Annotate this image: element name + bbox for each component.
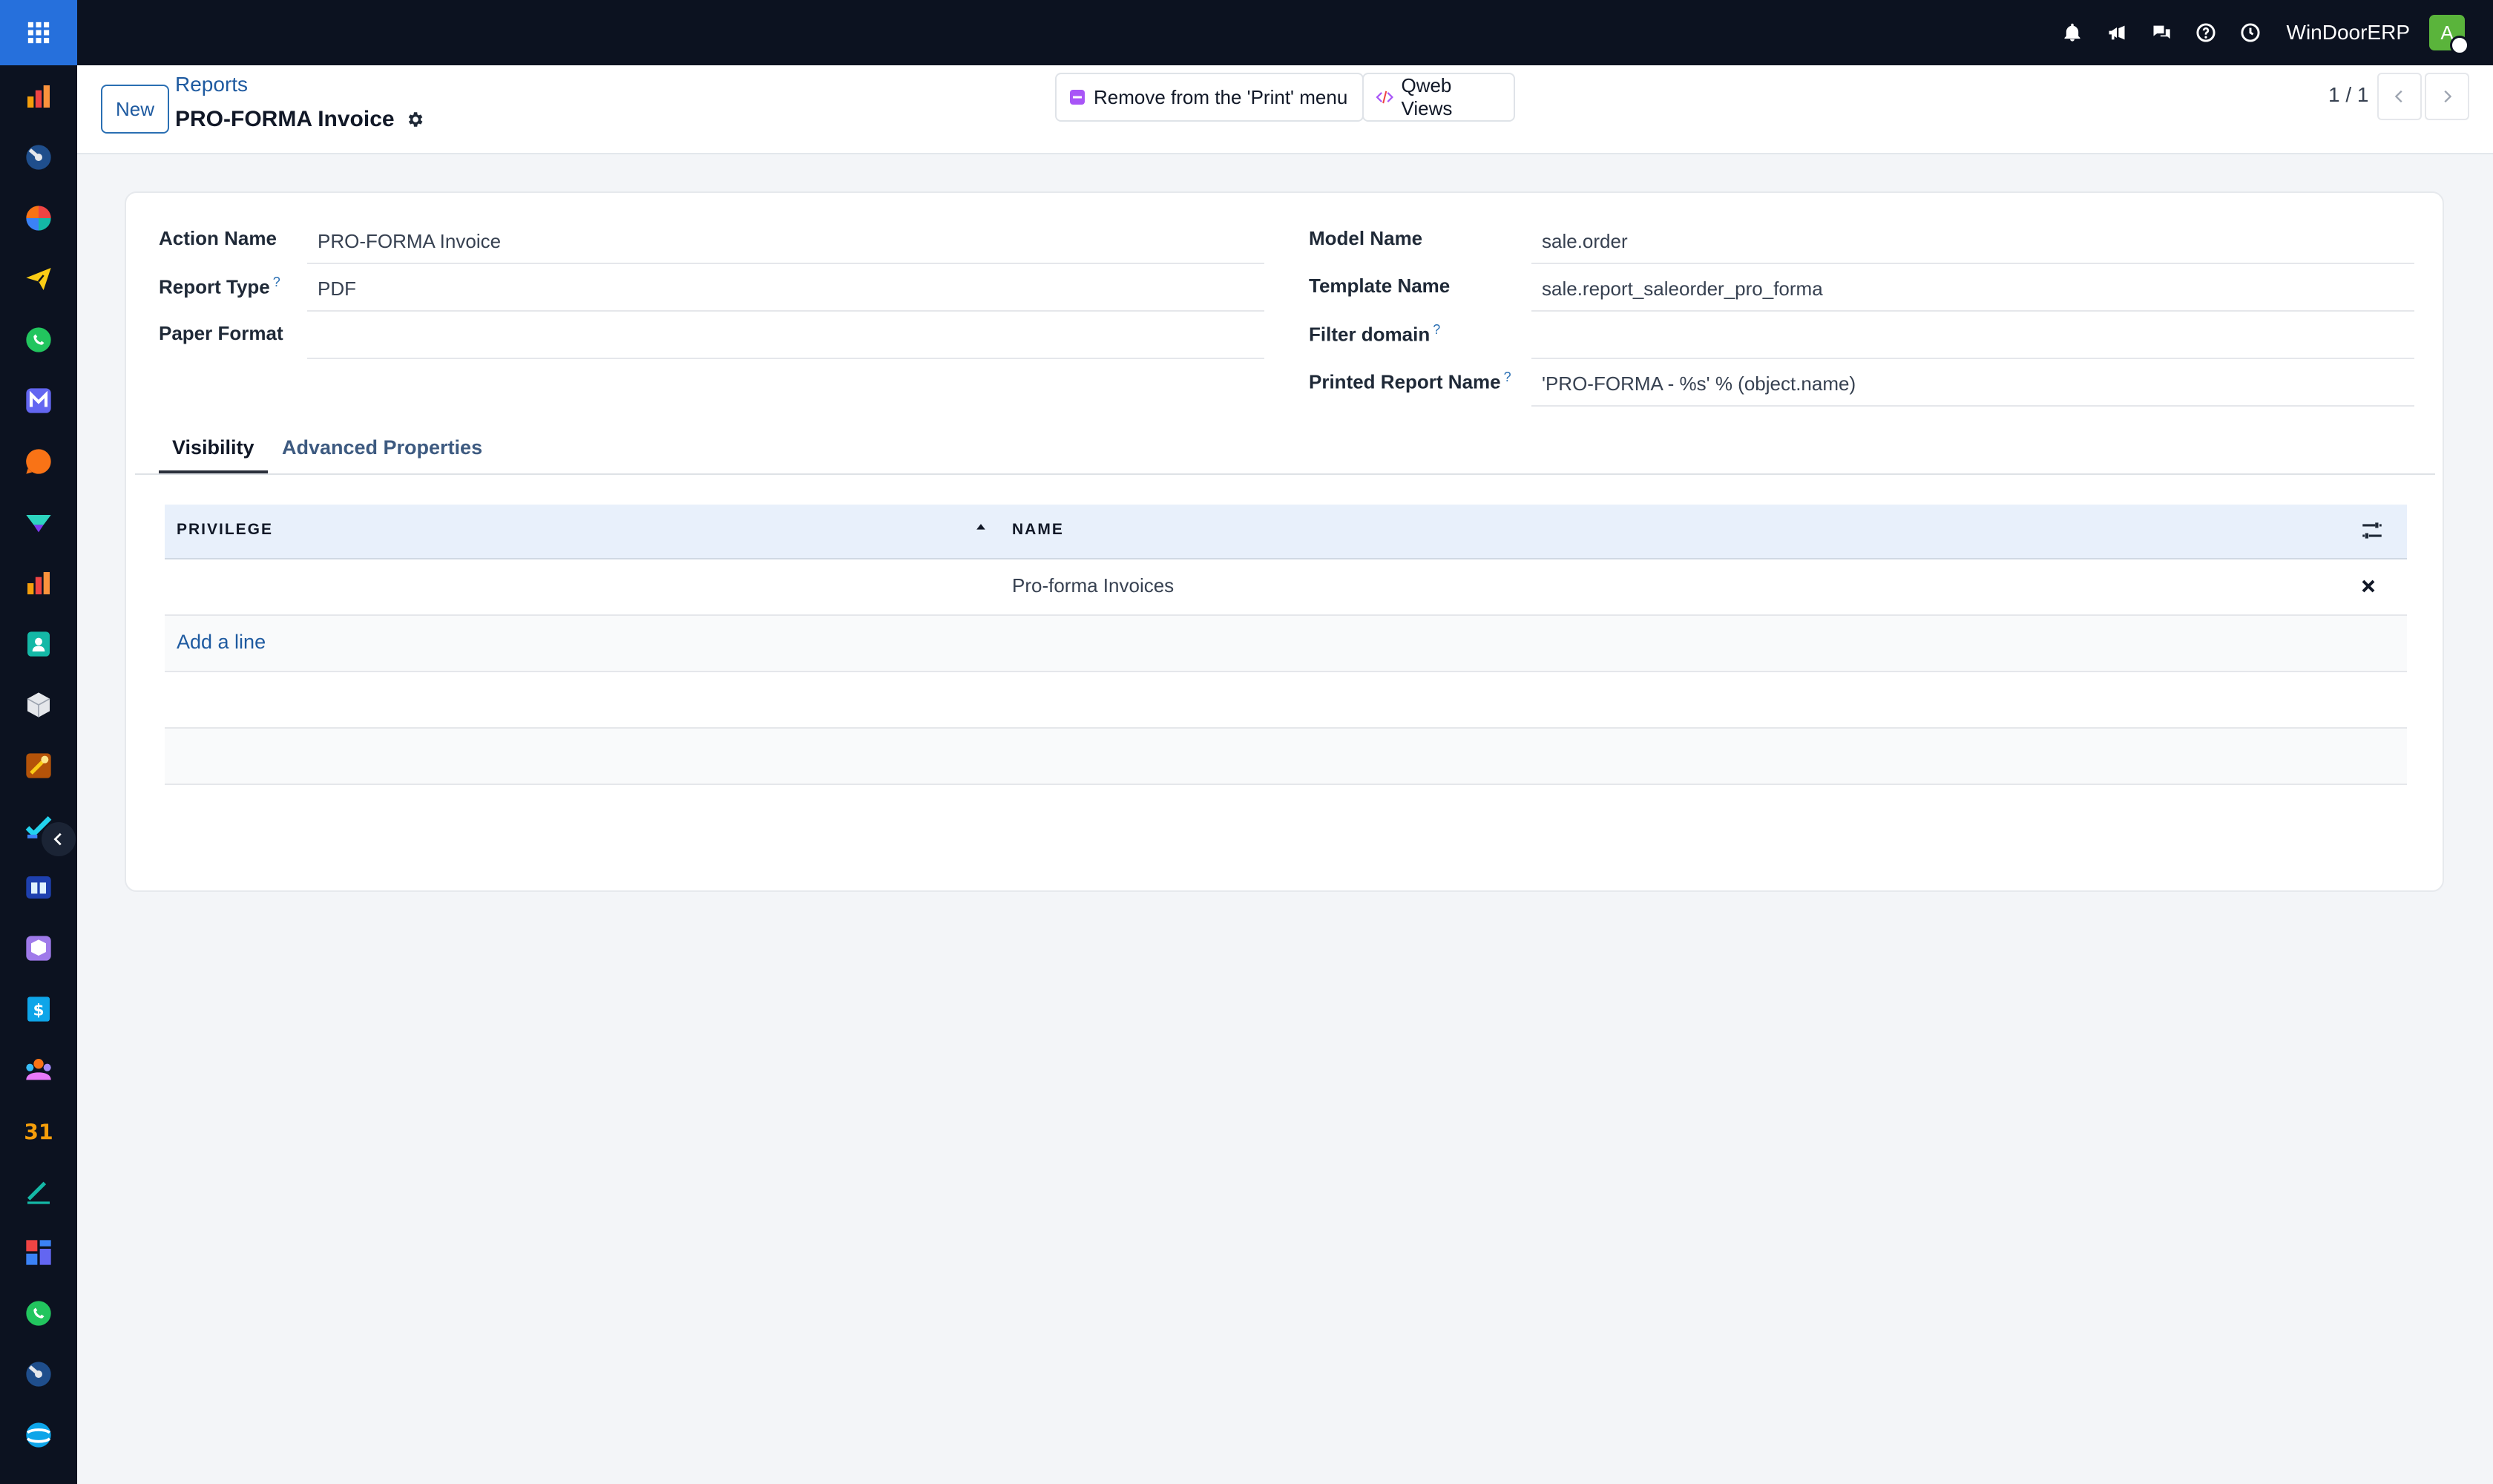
column-header-name[interactable]: NAME	[1012, 521, 1064, 539]
table-row[interactable]: Pro-forma Invoices	[165, 559, 2407, 616]
table-header: PRIVILEGE NAME	[165, 505, 2407, 559]
chevron-left-icon	[2394, 90, 2402, 103]
help-icon[interactable]: ?	[1504, 370, 1511, 384]
empty-row	[165, 672, 2407, 729]
send-app-icon[interactable]	[22, 263, 55, 295]
reports-app-icon[interactable]	[22, 567, 55, 600]
printed-report-name-label: Printed Report Name?	[1309, 370, 1511, 393]
gear-icon[interactable]	[405, 110, 424, 129]
app-sidebar: $ 31	[0, 65, 77, 1484]
action-name-label: Action Name	[159, 227, 277, 249]
contacts-app-icon[interactable]	[22, 628, 55, 660]
clock-icon[interactable]	[2238, 20, 2263, 45]
remove-from-print-label: Remove from the 'Print' menu	[1094, 85, 1348, 108]
model-name-label: Model Name	[1309, 227, 1423, 249]
minus-square-icon	[1070, 90, 1085, 105]
website-app-icon[interactable]	[22, 1419, 55, 1451]
chevron-right-icon	[2444, 90, 2452, 103]
sort-ascending-icon[interactable]	[973, 521, 988, 536]
add-line-row: Add a line	[165, 616, 2407, 672]
invoicing-app-icon[interactable]: $	[22, 993, 55, 1025]
sidebar-collapse-button[interactable]	[42, 822, 76, 856]
control-panel: New Reports PRO-FORMA Invoice Remove fro…	[77, 65, 2493, 154]
avatar[interactable]: A	[2429, 15, 2469, 55]
tab-advanced-properties[interactable]: Advanced Properties	[282, 436, 482, 473]
knowledge-app-icon[interactable]	[22, 871, 55, 904]
chevron-left-icon	[53, 833, 62, 846]
remove-from-print-button[interactable]: Remove from the 'Print' menu	[1055, 73, 1364, 122]
action-name-field[interactable]: PRO-FORMA Invoice	[307, 218, 1264, 264]
filter-domain-field[interactable]	[1531, 313, 2414, 359]
whatsapp2-app-icon[interactable]	[22, 1297, 55, 1330]
qweb-views-label: Qweb Views	[1401, 74, 1453, 119]
pie-app-icon[interactable]	[22, 202, 55, 234]
svg-text:31: 31	[24, 1120, 53, 1145]
company-name[interactable]: WinDoorERP	[2287, 21, 2410, 45]
filter-domain-label: Filter domain?	[1309, 322, 1441, 346]
template-name-field[interactable]: sale.report_saleorder_pro_forma	[1531, 266, 2414, 312]
inventory-app-icon[interactable]	[22, 689, 55, 721]
column-header-privilege[interactable]: PRIVILEGE	[177, 521, 273, 539]
report-type-label: Report Type?	[159, 275, 280, 298]
template-name-label: Template Name	[1309, 275, 1451, 297]
sales-app-icon[interactable]	[22, 80, 55, 113]
apps-menu-button[interactable]	[0, 0, 77, 65]
tools-app-icon[interactable]	[22, 749, 55, 782]
name-cell: Pro-forma Invoices	[1012, 574, 1175, 597]
pager-previous-button[interactable]	[2377, 73, 2422, 120]
record-name: PRO-FORMA Invoice	[175, 107, 395, 131]
sign-app-icon[interactable]	[22, 1175, 55, 1208]
dashboard3-app-icon[interactable]	[22, 1358, 55, 1391]
packages-app-icon[interactable]	[22, 932, 55, 965]
help-icon[interactable]	[2193, 20, 2218, 45]
paper-format-label: Paper Format	[159, 322, 283, 344]
pager-next-button[interactable]	[2425, 73, 2469, 120]
bell-icon[interactable]	[2060, 20, 2085, 45]
breadcrumb-reports[interactable]: Reports	[175, 73, 248, 96]
tab-visibility[interactable]: Visibility	[159, 436, 268, 473]
paper-format-field[interactable]	[307, 313, 1264, 359]
status-dot	[2450, 36, 2469, 55]
optional-columns-icon[interactable]	[2359, 518, 2385, 543]
help-icon[interactable]: ?	[273, 275, 280, 289]
code-icon	[1376, 91, 1394, 104]
dashboard-app-icon[interactable]	[22, 141, 55, 174]
report-type-field[interactable]: PDF	[307, 266, 1264, 312]
page-title: PRO-FORMA Invoice	[175, 107, 424, 132]
add-line-link[interactable]: Add a line	[177, 631, 266, 654]
delete-icon[interactable]	[2359, 577, 2377, 595]
chat-app-icon[interactable]	[22, 445, 55, 478]
new-button[interactable]: New	[101, 85, 169, 134]
top-navbar: WinDoorERP A	[0, 0, 2493, 65]
svg-text:$: $	[33, 1001, 44, 1020]
tabs-divider	[135, 473, 2435, 475]
grid-icon	[27, 22, 50, 44]
printed-report-name-field[interactable]: 'PRO-FORMA - %s' % (object.name)	[1531, 361, 2414, 407]
mail-app-icon[interactable]	[22, 384, 55, 417]
employees-app-icon[interactable]	[22, 1054, 55, 1086]
groups-table: PRIVILEGE NAME Pro-forma Invoices Add a …	[165, 505, 2407, 785]
megaphone-icon[interactable]	[2104, 20, 2129, 45]
model-name-field[interactable]: sale.order	[1531, 218, 2414, 264]
form-sheet: Action Name PRO-FORMA Invoice Report Typ…	[125, 191, 2444, 892]
help-icon[interactable]: ?	[1433, 322, 1440, 337]
chat-icon[interactable]	[2149, 20, 2174, 45]
dashboard2-app-icon[interactable]	[22, 1236, 55, 1269]
whatsapp-app-icon[interactable]	[22, 324, 55, 356]
pager-value[interactable]: 1 / 1	[2328, 83, 2368, 107]
empty-row	[165, 729, 2407, 785]
qweb-views-button[interactable]: Qweb Views	[1362, 73, 1515, 122]
discuss-app-icon[interactable]	[22, 506, 55, 539]
calendar-app-icon[interactable]: 31	[22, 1114, 55, 1147]
